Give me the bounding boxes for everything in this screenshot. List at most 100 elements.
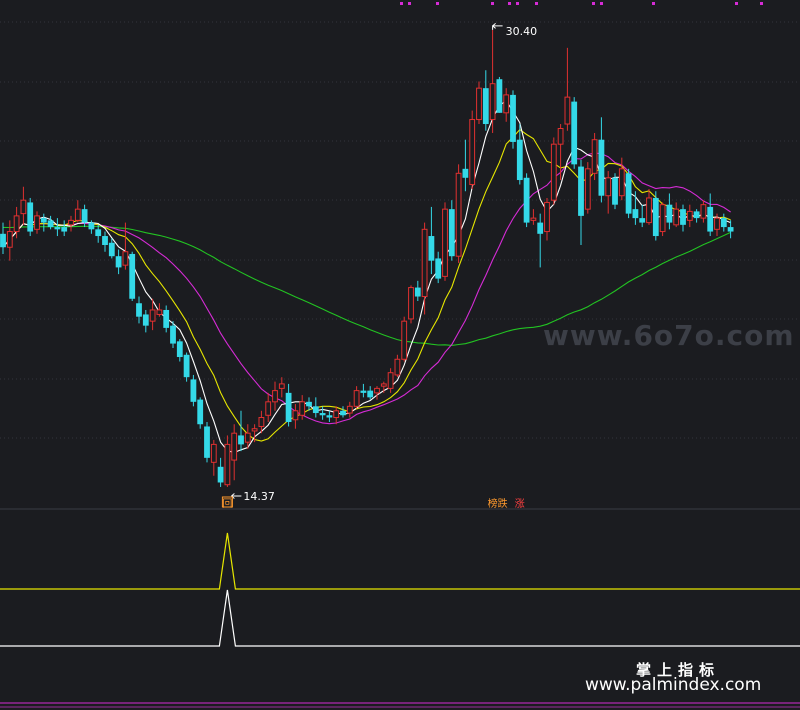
candle-body-100 — [680, 209, 686, 225]
candle-18 — [122, 222, 129, 270]
top-marker-dot-1 — [408, 2, 411, 5]
candle-body-19 — [129, 253, 136, 299]
candle-body-61 — [414, 287, 421, 297]
top-marker-dot-4 — [508, 2, 511, 5]
candle-body-95 — [646, 197, 652, 224]
candle-body-65 — [442, 208, 448, 277]
candle-body-88 — [598, 139, 605, 196]
candle-68 — [462, 139, 469, 192]
candle-33 — [224, 435, 231, 487]
candle-73 — [496, 76, 503, 113]
candle-body-76 — [516, 139, 523, 181]
candle-body-30 — [204, 426, 210, 458]
candle-body-50 — [340, 410, 346, 416]
candle-body-59 — [401, 320, 408, 360]
candle-10 — [68, 215, 74, 232]
candle-body-7 — [47, 220, 54, 228]
candle-body-37 — [251, 428, 258, 432]
candle-27 — [183, 352, 190, 382]
candle-84 — [571, 97, 578, 169]
candle-46 — [312, 397, 319, 418]
candle-98 — [666, 193, 673, 230]
candle-9 — [61, 220, 68, 237]
candle-8 — [54, 218, 61, 237]
candle-body-25 — [170, 325, 176, 344]
top-marker-dot-2 — [436, 2, 439, 5]
candle-body-90 — [612, 177, 618, 205]
candle-77 — [523, 173, 530, 228]
candle-6 — [40, 213, 47, 232]
candle-74 — [503, 88, 510, 122]
candle-67 — [455, 164, 462, 263]
candle-body-18 — [122, 251, 129, 266]
candle-42 — [285, 383, 292, 427]
candle-body-105 — [714, 217, 720, 230]
top-marker-dot-0 — [400, 2, 403, 5]
candle-15 — [102, 231, 108, 252]
candle-58 — [394, 354, 401, 378]
candle-106 — [720, 213, 727, 232]
candle-body-3 — [20, 199, 27, 215]
candle-body-9 — [61, 227, 68, 232]
candle-49 — [333, 406, 340, 425]
top-marker-dot-7 — [592, 2, 595, 5]
candle-51 — [346, 401, 353, 418]
candle-85 — [578, 159, 584, 245]
candle-63 — [428, 206, 435, 275]
candle-92 — [625, 168, 632, 219]
candle-body-91 — [618, 168, 625, 197]
candle-body-86 — [584, 168, 591, 210]
candle-body-44 — [299, 401, 306, 416]
top-marker-dot-5 — [516, 2, 519, 5]
candle-body-75 — [510, 94, 516, 142]
candle-body-97 — [659, 204, 666, 233]
candle-body-45 — [306, 401, 312, 407]
candle-body-55 — [374, 387, 380, 394]
top-marker-dot-3 — [491, 2, 494, 5]
candle-29 — [197, 397, 204, 429]
candle-19 — [129, 251, 136, 302]
candle-body-29 — [197, 399, 204, 425]
ma5-line — [2, 99, 731, 454]
candle-103 — [700, 200, 707, 223]
top-marker-dot-11 — [760, 2, 763, 5]
candle-52 — [353, 386, 360, 409]
top-marker-dot-8 — [600, 2, 603, 5]
candle-body-46 — [312, 406, 319, 414]
candle-body-20 — [136, 303, 142, 317]
chart-canvas: 14.3730.40回 榜跌涨 www.6o7o.com 掌上指标 www.pal… — [0, 2, 800, 708]
candle-body-72 — [489, 83, 496, 121]
candle-body-66 — [448, 209, 455, 257]
candle-65 — [442, 202, 448, 281]
candle-94 — [639, 204, 646, 228]
candle-87 — [591, 132, 598, 181]
candle-body-54 — [367, 390, 374, 398]
candle-body-60 — [408, 287, 414, 320]
candle-59 — [401, 316, 408, 362]
high-arrow-icon — [492, 23, 503, 30]
candle-body-93 — [632, 209, 639, 219]
candle-100 — [680, 204, 686, 232]
candle-50 — [340, 406, 346, 418]
candle-body-6 — [40, 218, 47, 223]
candle-79 — [537, 213, 544, 268]
candle-body-52 — [353, 390, 360, 407]
candle-102 — [693, 209, 700, 223]
candle-7 — [47, 215, 54, 230]
candle-body-63 — [428, 236, 435, 261]
candle-3 — [20, 186, 27, 225]
candle-66 — [448, 200, 455, 261]
candle-body-15 — [102, 236, 108, 245]
candle-64 — [435, 251, 442, 284]
candle-39 — [265, 392, 272, 422]
candle-body-26 — [176, 341, 183, 358]
candle-62 — [421, 222, 428, 315]
candle-78 — [530, 209, 537, 225]
candle-body-104 — [707, 206, 714, 232]
candle-body-33 — [224, 443, 231, 486]
price-grid — [0, 2, 800, 708]
candle-body-47 — [319, 413, 326, 416]
candlesticks — [0, 29, 734, 487]
candle-body-68 — [462, 168, 469, 178]
high-price-label: 30.40 — [506, 25, 537, 38]
